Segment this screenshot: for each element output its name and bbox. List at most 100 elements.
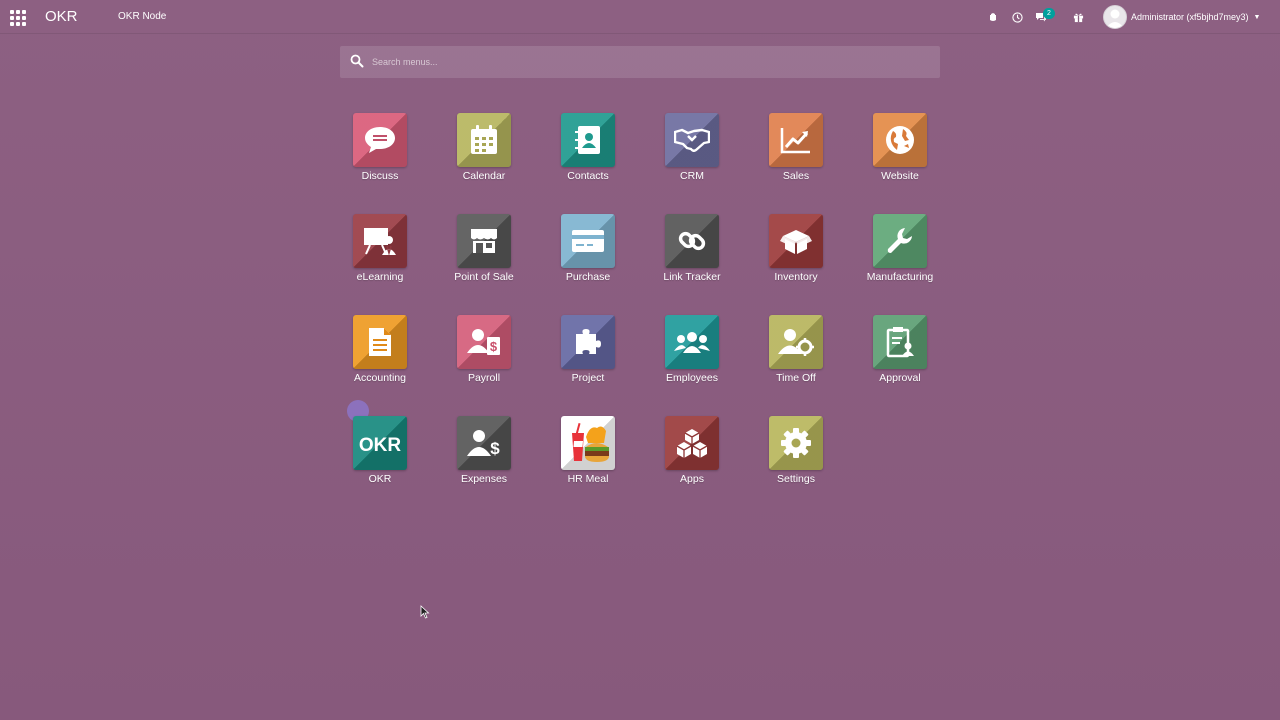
app-expenses[interactable]: $ Expenses (434, 416, 534, 496)
app-label: Payroll (467, 372, 501, 384)
app-tile (561, 315, 615, 369)
search-input[interactable] (372, 54, 922, 70)
svg-text:$: $ (490, 439, 500, 458)
avatar (1103, 5, 1127, 29)
storefront-icon (471, 229, 497, 253)
app-tile (561, 416, 615, 470)
app-label: eLearning (356, 271, 404, 283)
chat-bubble-icon (365, 127, 395, 153)
user-gear-icon (778, 329, 814, 356)
app-label: Settings (777, 473, 815, 485)
svg-text:$: $ (490, 339, 498, 354)
address-book-icon (575, 126, 600, 154)
app-label: Calendar (462, 170, 506, 182)
users-icon (674, 332, 710, 353)
app-okr[interactable]: OKR OKR (330, 416, 430, 496)
app-label: CRM (680, 170, 704, 182)
link-icon (678, 231, 706, 251)
apps-menu-toggle[interactable] (8, 8, 26, 26)
app-project[interactable]: Project (538, 315, 638, 395)
chevron-down-icon: ▼ (1253, 13, 1261, 21)
app-label: Approval (879, 372, 921, 384)
app-tile (353, 214, 407, 268)
app-link-tracker[interactable]: Link Tracker (642, 214, 742, 294)
brand-title[interactable]: OKR (45, 8, 78, 25)
bug-icon[interactable] (986, 10, 1000, 24)
cubes-icon (676, 429, 708, 458)
app-apps[interactable]: Apps (642, 416, 742, 496)
app-label: Sales (782, 170, 810, 182)
user-dollar-icon: $ (467, 430, 500, 458)
app-label: Contacts (567, 170, 609, 182)
document-icon (369, 328, 391, 356)
mouse-cursor-icon (420, 605, 430, 619)
app-calendar[interactable]: Calendar (434, 113, 534, 193)
app-tile (665, 113, 719, 167)
gift-icon[interactable] (1071, 10, 1085, 24)
app-label: Expenses (460, 473, 508, 485)
app-label: OKR (368, 473, 392, 485)
user-menu[interactable]: Administrator (xf5bjhd7mey3) ▼ (1103, 4, 1260, 30)
app-tile (769, 113, 823, 167)
app-tile (769, 315, 823, 369)
app-purchase[interactable]: Purchase (538, 214, 638, 294)
app-elearning[interactable]: eLearning (330, 214, 430, 294)
wrench-icon (887, 228, 912, 253)
app-settings[interactable]: Settings (746, 416, 846, 496)
app-label: Website (881, 170, 919, 182)
app-tile (353, 315, 407, 369)
message-count-badge: 2 (1043, 8, 1055, 19)
app-label: Point of Sale (454, 271, 514, 283)
app-tile (665, 214, 719, 268)
app-tile (353, 113, 407, 167)
app-crm[interactable]: CRM (642, 113, 742, 193)
app-employees[interactable]: Employees (642, 315, 742, 395)
user-name: Administrator (xf5bjhd7mey3) (1131, 12, 1249, 22)
clipboard-user-icon (886, 327, 914, 358)
app-label: Accounting (354, 372, 406, 384)
globe-icon (886, 126, 914, 154)
app-time-off[interactable]: Time Off (746, 315, 846, 395)
app-tile (769, 416, 823, 470)
app-point-of-sale[interactable]: Point of Sale (434, 214, 534, 294)
calendar-icon (471, 125, 497, 154)
app-tile (665, 416, 719, 470)
menu-search-bar (340, 46, 940, 78)
app-label: Time Off (776, 372, 816, 384)
app-accounting[interactable]: Accounting (330, 315, 430, 395)
search-icon (350, 54, 364, 68)
app-label: HR Meal (567, 473, 609, 485)
clock-icon[interactable] (1010, 10, 1024, 24)
app-contacts[interactable]: Contacts (538, 113, 638, 193)
app-tile (665, 315, 719, 369)
puzzle-icon (576, 329, 601, 354)
app-payroll[interactable]: $ Payroll (434, 315, 534, 395)
app-label: Discuss (361, 170, 399, 182)
app-tile: $ (457, 315, 511, 369)
app-label: Link Tracker (663, 271, 721, 283)
app-tile (457, 113, 511, 167)
presenter-board-icon (364, 228, 396, 256)
app-tile (457, 214, 511, 268)
app-approval[interactable]: Approval (850, 315, 950, 395)
trend-chart-icon (780, 128, 810, 154)
app-tile (873, 113, 927, 167)
app-label: Purchase (565, 271, 611, 283)
app-manufacturing[interactable]: Manufacturing (850, 214, 950, 294)
app-tile (561, 214, 615, 268)
app-tile (873, 214, 927, 268)
app-tile: $ (457, 416, 511, 470)
gear-icon (781, 428, 811, 458)
app-website[interactable]: Website (850, 113, 950, 193)
open-box-icon (780, 230, 812, 254)
user-dollar-icon: $ (467, 329, 500, 355)
company-name[interactable]: OKR Node (118, 11, 166, 22)
app-discuss[interactable]: Discuss (330, 113, 430, 193)
top-navbar: OKR OKR Node 2 Administrator (xf5bjhd7me… (0, 0, 1280, 34)
app-sales[interactable]: Sales (746, 113, 846, 193)
app-hr-meal[interactable]: HR Meal (538, 416, 638, 496)
okr-logo-icon: OKR (359, 435, 402, 455)
app-label: Inventory (774, 271, 818, 283)
app-inventory[interactable]: Inventory (746, 214, 846, 294)
svg-text:OKR: OKR (359, 435, 402, 455)
